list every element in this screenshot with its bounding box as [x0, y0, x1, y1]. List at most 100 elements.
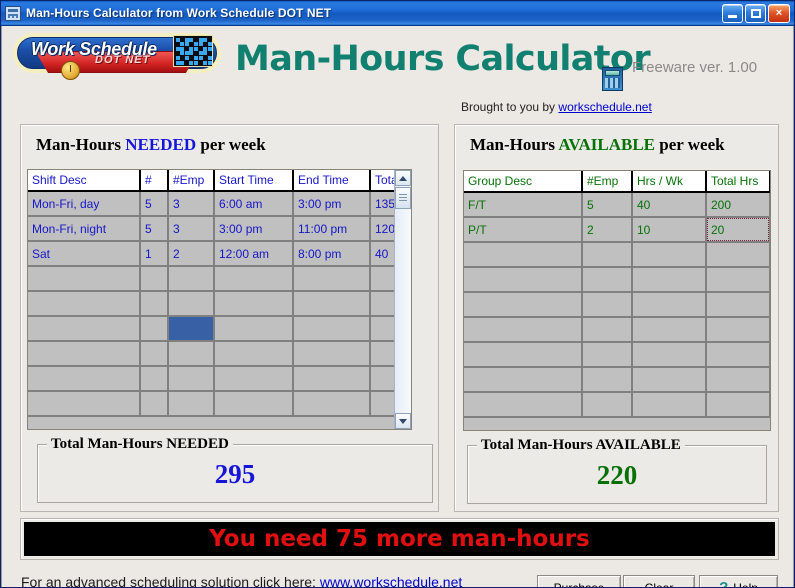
table-cell[interactable]: [706, 392, 770, 418]
table-cell[interactable]: 5: [140, 216, 169, 242]
table-cell[interactable]: P/T: [464, 217, 583, 243]
table-row[interactable]: [28, 341, 411, 367]
table-cell[interactable]: [214, 366, 294, 392]
scrollbar-track[interactable]: [395, 186, 411, 413]
column-header[interactable]: End Time: [293, 170, 371, 192]
table-cell[interactable]: 3:00 pm: [214, 216, 294, 242]
table-cell[interactable]: [706, 342, 770, 368]
table-row[interactable]: [464, 342, 770, 368]
table-cell[interactable]: Mon-Fri, day: [28, 191, 141, 217]
table-cell[interactable]: [582, 367, 633, 393]
table-cell[interactable]: [140, 291, 169, 317]
table-cell[interactable]: [582, 267, 633, 293]
table-cell[interactable]: 5: [140, 191, 169, 217]
table-cell[interactable]: [582, 292, 633, 318]
table-cell[interactable]: [464, 342, 583, 368]
scroll-up-button[interactable]: [395, 170, 411, 186]
table-row[interactable]: [464, 317, 770, 343]
workschedule-net-link[interactable]: workschedule.net: [558, 100, 651, 114]
table-cell[interactable]: [293, 266, 371, 292]
table-cell[interactable]: 40: [632, 192, 707, 218]
table-cell[interactable]: 3: [168, 216, 215, 242]
table-cell[interactable]: [464, 292, 583, 318]
table-cell[interactable]: 3:00 pm: [293, 191, 371, 217]
table-cell[interactable]: Mon-Fri, night: [28, 216, 141, 242]
table-cell[interactable]: [632, 317, 707, 343]
table-cell[interactable]: 3: [168, 191, 215, 217]
maximize-button[interactable]: [745, 3, 766, 23]
table-cell[interactable]: [214, 391, 294, 417]
table-cell[interactable]: [214, 266, 294, 292]
table-row[interactable]: [464, 292, 770, 318]
table-cell[interactable]: 11:00 pm: [293, 216, 371, 242]
needed-grid-scrollbar[interactable]: [394, 170, 411, 429]
table-cell[interactable]: 2: [582, 217, 633, 243]
table-cell[interactable]: [582, 317, 633, 343]
purchase-button[interactable]: Purchase: [537, 575, 621, 587]
table-cell[interactable]: [140, 341, 169, 367]
column-header[interactable]: #Emp: [582, 171, 633, 193]
table-row[interactable]: [28, 316, 411, 342]
table-cell[interactable]: 20: [706, 217, 770, 243]
table-cell[interactable]: [464, 317, 583, 343]
scrollbar-thumb[interactable]: [395, 187, 411, 209]
column-header[interactable]: #Emp: [168, 170, 215, 192]
table-cell[interactable]: [168, 291, 215, 317]
workschedule-site-link[interactable]: www.workschedule.net: [320, 574, 462, 587]
available-grid[interactable]: Group Desc #Emp Hrs / Wk Total Hrs F/T 5 40 200…: [463, 170, 771, 431]
table-cell[interactable]: 5: [582, 192, 633, 218]
table-cell[interactable]: [214, 341, 294, 367]
table-cell[interactable]: 200: [706, 192, 770, 218]
table-cell[interactable]: 2: [168, 241, 215, 267]
table-cell[interactable]: 6:00 am: [214, 191, 294, 217]
table-cell[interactable]: [632, 342, 707, 368]
table-cell[interactable]: [28, 266, 141, 292]
table-row[interactable]: Sat 1 2 12:00 am 8:00 pm 40: [28, 241, 411, 267]
table-cell[interactable]: 12:00 am: [214, 241, 294, 267]
table-cell[interactable]: [140, 391, 169, 417]
table-cell[interactable]: [706, 292, 770, 318]
table-row[interactable]: [464, 392, 770, 418]
table-cell[interactable]: [632, 242, 707, 268]
table-cell[interactable]: [28, 341, 141, 367]
table-row[interactable]: [28, 391, 411, 417]
table-cell[interactable]: [168, 391, 215, 417]
clear-button[interactable]: Clear: [623, 575, 695, 587]
table-cell[interactable]: [464, 367, 583, 393]
table-cell[interactable]: [168, 316, 215, 342]
available-table[interactable]: Group Desc #Emp Hrs / Wk Total Hrs F/T 5 40 200…: [464, 171, 770, 418]
table-row[interactable]: [464, 367, 770, 393]
table-cell[interactable]: [293, 341, 371, 367]
table-cell[interactable]: [706, 267, 770, 293]
table-cell[interactable]: 10: [632, 217, 707, 243]
column-header[interactable]: Shift Desc: [28, 170, 141, 192]
column-header[interactable]: Hrs / Wk: [632, 171, 707, 193]
table-row[interactable]: [28, 291, 411, 317]
table-row[interactable]: F/T 5 40 200: [464, 192, 770, 218]
table-cell[interactable]: [706, 317, 770, 343]
table-row[interactable]: Mon-Fri, night 5 3 3:00 pm 11:00 pm 120: [28, 216, 411, 242]
table-cell[interactable]: [28, 291, 141, 317]
table-cell[interactable]: [293, 316, 371, 342]
table-cell[interactable]: [214, 291, 294, 317]
close-button[interactable]: ×: [768, 3, 790, 23]
table-cell[interactable]: [632, 267, 707, 293]
scroll-down-button[interactable]: [395, 413, 411, 429]
table-cell[interactable]: [632, 292, 707, 318]
table-cell[interactable]: [632, 367, 707, 393]
table-cell[interactable]: [464, 267, 583, 293]
table-cell[interactable]: [140, 316, 169, 342]
table-cell[interactable]: [168, 266, 215, 292]
table-row[interactable]: P/T 2 10 20: [464, 217, 770, 243]
table-cell[interactable]: [214, 316, 294, 342]
table-cell[interactable]: [168, 341, 215, 367]
column-header[interactable]: Start Time: [214, 170, 294, 192]
table-cell[interactable]: [706, 242, 770, 268]
table-cell[interactable]: [293, 291, 371, 317]
table-row[interactable]: [464, 242, 770, 268]
table-cell[interactable]: [140, 366, 169, 392]
column-header[interactable]: Total Hrs: [706, 171, 770, 193]
table-cell[interactable]: 1: [140, 241, 169, 267]
table-cell[interactable]: Sat: [28, 241, 141, 267]
column-header[interactable]: Group Desc: [464, 171, 583, 193]
